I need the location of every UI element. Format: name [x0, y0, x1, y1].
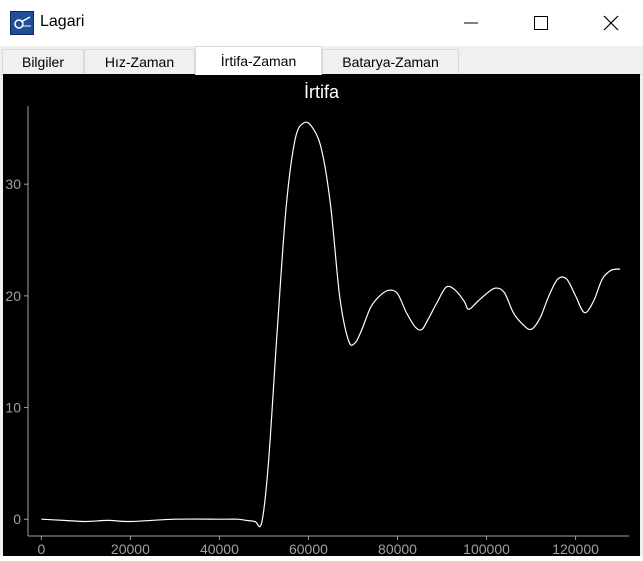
y-tick-label: 30 — [5, 176, 21, 192]
x-tick-label: 60000 — [289, 541, 328, 556]
y-tick-label: 10 — [5, 400, 21, 416]
maximize-icon — [534, 16, 548, 30]
x-tick-label: 100000 — [463, 541, 510, 556]
application-window: Lagari Bilgiler Hız-Zaman İrtifa-Zaman B… — [0, 0, 643, 561]
x-tick-label: 40000 — [200, 541, 239, 556]
x-tick-label: 80000 — [378, 541, 417, 556]
minimize-button[interactable] — [448, 0, 494, 46]
altitude-chart-panel: İrtifa 0 10 20 30 0 20000 40000 60000 80000 100000… — [3, 74, 640, 556]
x-tick-label: 0 — [37, 541, 45, 556]
tab-bar: Bilgiler Hız-Zaman İrtifa-Zaman Batarya-… — [0, 46, 643, 75]
tab-bilgiler[interactable]: Bilgiler — [2, 49, 84, 73]
y-tick-label: 20 — [5, 288, 21, 304]
maximize-button[interactable] — [518, 0, 564, 46]
close-icon — [603, 15, 619, 31]
series-line-0 — [41, 121, 621, 528]
x-tick-label: 120000 — [552, 541, 599, 556]
altitude-chart: İrtifa 0 10 20 30 0 20000 40000 60000 80000 100000… — [5, 82, 629, 556]
window-title: Lagari — [40, 13, 85, 30]
tab-hiz-zaman[interactable]: Hız-Zaman — [84, 49, 195, 73]
close-button[interactable] — [588, 0, 634, 46]
tab-batarya-zaman[interactable]: Batarya-Zaman — [322, 49, 459, 73]
app-logo-icon — [10, 11, 34, 35]
y-tick-label: 0 — [13, 511, 21, 527]
minimize-icon — [464, 22, 478, 24]
tab-irtifa-zaman[interactable]: İrtifa-Zaman — [195, 46, 322, 75]
chart-title: İrtifa — [304, 82, 340, 102]
bottom-border — [0, 556, 643, 561]
x-tick-label: 20000 — [111, 541, 150, 556]
title-bar[interactable]: Lagari — [0, 0, 643, 46]
